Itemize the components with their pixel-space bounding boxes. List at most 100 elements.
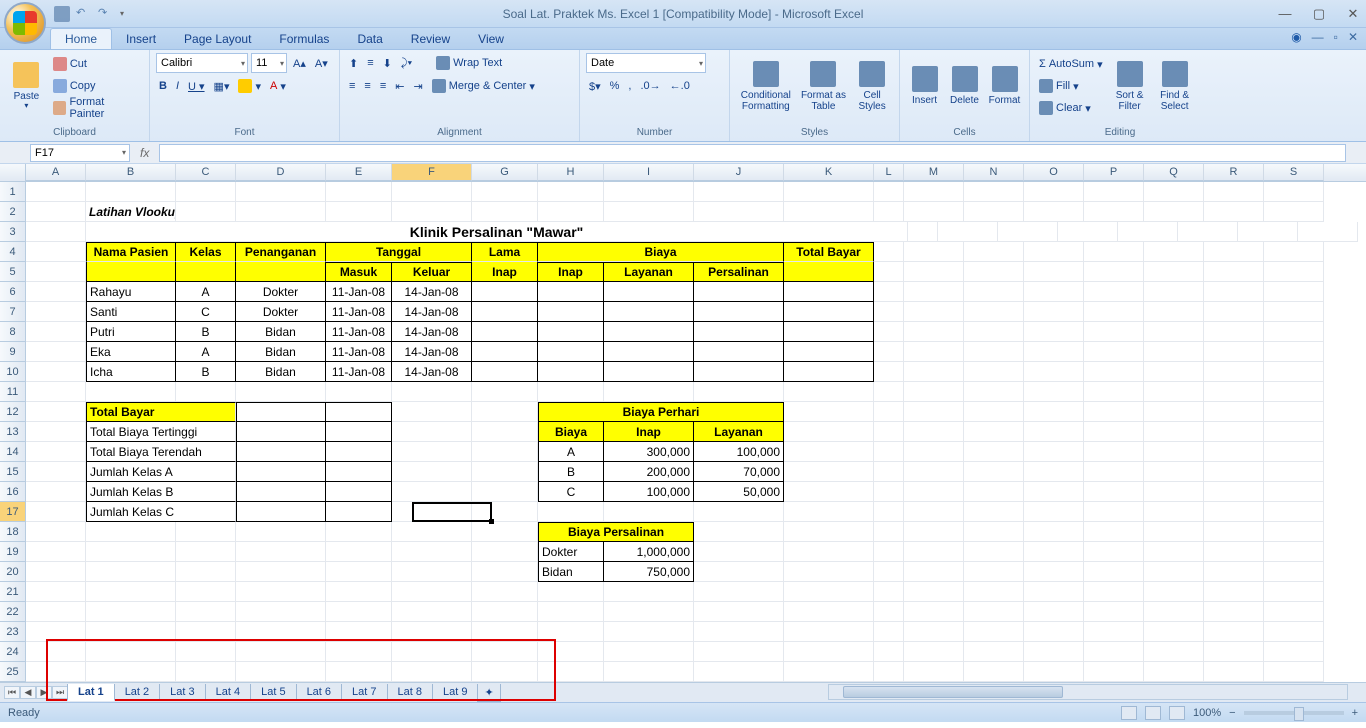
cell[interactable] xyxy=(326,442,392,462)
cell[interactable] xyxy=(1204,422,1264,442)
zoom-out-button[interactable]: − xyxy=(1229,707,1235,719)
cell[interactable] xyxy=(1024,562,1084,582)
row-header[interactable]: 25 xyxy=(0,662,26,682)
cell[interactable] xyxy=(1204,442,1264,462)
cell[interactable] xyxy=(236,202,326,222)
cell[interactable]: Dokter xyxy=(236,282,326,302)
cell[interactable]: C xyxy=(176,302,236,322)
cell[interactable] xyxy=(604,282,694,302)
cell[interactable] xyxy=(874,342,904,362)
cell[interactable] xyxy=(904,482,964,502)
cell[interactable] xyxy=(86,542,176,562)
name-box[interactable]: F17 xyxy=(30,144,130,162)
cell[interactable] xyxy=(904,302,964,322)
cell[interactable] xyxy=(1204,622,1264,642)
cell[interactable] xyxy=(694,382,784,402)
cell[interactable] xyxy=(472,362,538,382)
cell[interactable] xyxy=(472,662,538,682)
cell[interactable] xyxy=(784,602,874,622)
cell[interactable] xyxy=(538,642,604,662)
cell[interactable] xyxy=(964,442,1024,462)
cell[interactable] xyxy=(1264,202,1324,222)
cell[interactable]: 14-Jan-08 xyxy=(392,282,472,302)
row-header[interactable]: 16 xyxy=(0,482,26,502)
cell[interactable]: A xyxy=(176,282,236,302)
cell[interactable] xyxy=(176,542,236,562)
cell[interactable] xyxy=(874,582,904,602)
cell[interactable] xyxy=(26,542,86,562)
cell[interactable] xyxy=(86,522,176,542)
cell[interactable] xyxy=(904,342,964,362)
cell[interactable] xyxy=(86,382,176,402)
cell[interactable]: Biaya Perhari xyxy=(538,402,784,422)
col-header[interactable]: P xyxy=(1084,164,1144,181)
cell[interactable] xyxy=(1144,422,1204,442)
cell[interactable] xyxy=(874,522,904,542)
cell[interactable] xyxy=(472,502,538,522)
col-header[interactable]: A xyxy=(26,164,86,181)
cell[interactable]: Klinik Persalinan "Mawar" xyxy=(86,222,908,242)
cell[interactable] xyxy=(1084,602,1144,622)
cell[interactable] xyxy=(964,502,1024,522)
cell[interactable] xyxy=(1084,282,1144,302)
sheet-tab[interactable]: Lat 3 xyxy=(159,684,205,701)
clear-button[interactable]: Clear ▾ xyxy=(1036,98,1106,118)
cell[interactable] xyxy=(26,662,86,682)
worksheet-grid[interactable]: A B C D E F G H I J K L M N O P Q R S 12… xyxy=(0,164,1366,682)
ribbon-minimize-icon[interactable]: — xyxy=(1312,30,1324,44)
cell[interactable] xyxy=(472,622,538,642)
cell[interactable] xyxy=(784,302,874,322)
cell[interactable] xyxy=(26,222,86,242)
formula-input[interactable] xyxy=(159,144,1346,162)
cell[interactable]: Lama xyxy=(472,242,538,262)
cell[interactable] xyxy=(236,182,326,202)
cell[interactable] xyxy=(392,462,472,482)
cell[interactable]: Masuk xyxy=(326,262,392,282)
cell[interactable] xyxy=(1264,302,1324,322)
cell[interactable] xyxy=(1264,362,1324,382)
bold-button[interactable]: B xyxy=(156,76,170,96)
cell[interactable]: A xyxy=(538,442,604,462)
cell[interactable] xyxy=(472,342,538,362)
cell[interactable] xyxy=(1084,182,1144,202)
cell[interactable] xyxy=(1084,242,1144,262)
sheet-tab[interactable]: Lat 8 xyxy=(387,684,433,701)
cell[interactable] xyxy=(472,462,538,482)
tab-nav-prev[interactable]: ◀ xyxy=(20,686,36,699)
ribbon-close-icon[interactable]: ✕ xyxy=(1348,30,1358,44)
row-header[interactable]: 1 xyxy=(0,182,26,202)
cell[interactable]: B xyxy=(538,462,604,482)
tab-nav-first[interactable]: ⏮ xyxy=(4,686,20,699)
cell[interactable] xyxy=(26,382,86,402)
cell[interactable] xyxy=(964,562,1024,582)
cell[interactable]: Biaya Persalinan xyxy=(538,522,694,542)
cell[interactable] xyxy=(1144,602,1204,622)
cell[interactable] xyxy=(1264,622,1324,642)
cell[interactable] xyxy=(1264,402,1324,422)
cell[interactable] xyxy=(874,562,904,582)
accounting-format-button[interactable]: $▾ xyxy=(586,76,604,96)
cell[interactable] xyxy=(26,642,86,662)
cell[interactable] xyxy=(964,422,1024,442)
cell[interactable] xyxy=(86,622,176,642)
cell[interactable] xyxy=(392,522,472,542)
cell[interactable] xyxy=(1024,182,1084,202)
zoom-slider[interactable] xyxy=(1244,711,1344,715)
row-header[interactable]: 18 xyxy=(0,522,26,542)
cell[interactable]: Eka xyxy=(86,342,176,362)
cell[interactable] xyxy=(538,202,604,222)
cell[interactable] xyxy=(874,542,904,562)
cell[interactable] xyxy=(1144,462,1204,482)
cell[interactable] xyxy=(236,462,326,482)
cell[interactable] xyxy=(964,582,1024,602)
cell[interactable] xyxy=(392,442,472,462)
row-header[interactable]: 11 xyxy=(0,382,26,402)
cut-button[interactable]: Cut xyxy=(50,54,143,74)
cell[interactable] xyxy=(874,362,904,382)
cell[interactable] xyxy=(604,322,694,342)
cell[interactable] xyxy=(874,662,904,682)
cell[interactable] xyxy=(964,362,1024,382)
cell[interactable] xyxy=(472,422,538,442)
fill-button[interactable]: Fill ▾ xyxy=(1036,76,1106,96)
cell[interactable] xyxy=(694,662,784,682)
